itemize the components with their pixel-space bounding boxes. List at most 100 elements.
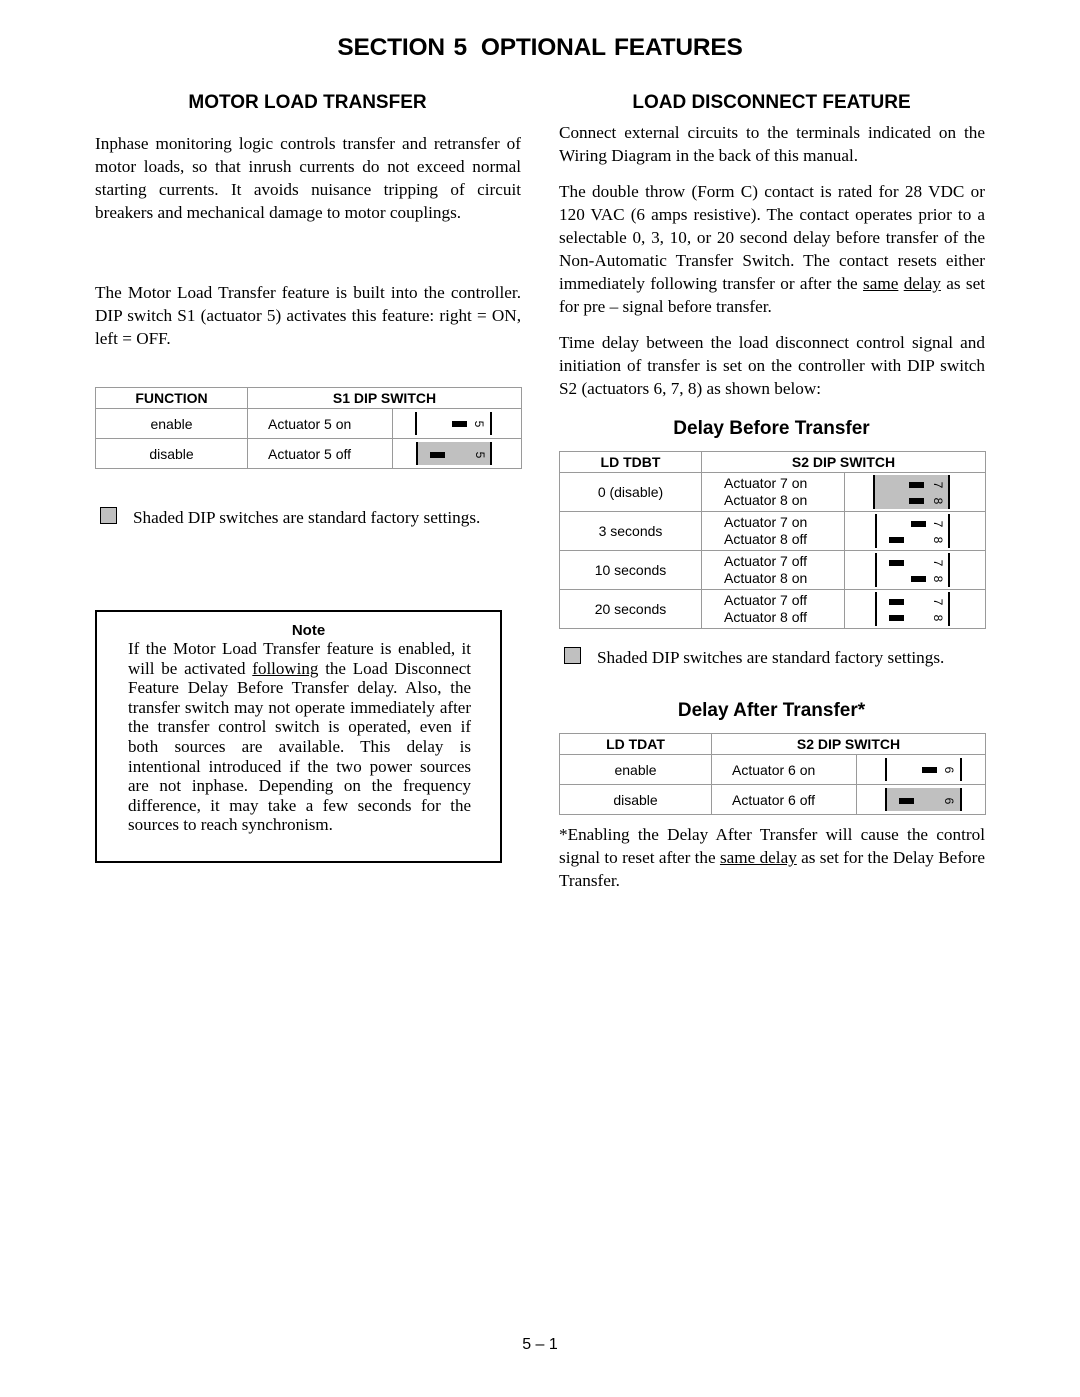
actuator-number-7: 7 — [931, 559, 945, 567]
dip-lever-7-off — [889, 560, 904, 566]
dip-lever-7-on — [911, 521, 926, 527]
table-row: 10 seconds Actuator 7 off Actuator 8 on 7… — [559, 550, 986, 590]
dip-switch-diagram: 7 8 — [875, 514, 950, 548]
dip-switch-diagram: 6 — [885, 758, 962, 781]
section-label: SECTION 5 — [337, 34, 467, 61]
dip-switch-cell: 7 8 — [844, 472, 986, 512]
table-row: disable Actuator 5 off 5 — [95, 438, 522, 469]
dip-switch-cell: 7 8 — [844, 589, 986, 629]
note-box: Note If the Motor Load Transfer feature … — [95, 610, 502, 863]
actuator-number-8: 8 — [931, 575, 945, 583]
legend-text: Shaded DIP switches are standard factory… — [133, 508, 481, 527]
dip-switch-diagram-shaded: 5 — [416, 442, 492, 465]
column-header-ld-tdbt: LD TDBT — [559, 451, 702, 473]
column-header-function: FUNCTION — [95, 387, 248, 409]
dip-switch-diagram-shaded: 6 — [885, 788, 962, 811]
shaded-legend: Shaded DIP switches are standard factory… — [564, 646, 945, 668]
underlined-same: same — [863, 274, 899, 293]
actuator-number-8: 8 — [931, 497, 945, 505]
setting-cell: 20 seconds — [559, 589, 702, 629]
legend-text: Shaded DIP switches are standard factory… — [597, 648, 945, 667]
setting-cell: 0 (disable) — [559, 472, 702, 512]
table-row: disable Actuator 6 off 6 — [559, 784, 986, 815]
load-disconnect-paragraph-2: The double throw (Form C) contact is rat… — [559, 180, 985, 318]
dip-switch-diagram: 7 8 — [875, 592, 950, 626]
table-header-row: LD TDBT S2 DIP SWITCH — [559, 451, 986, 473]
column-header-s1-dip-switch: S1 DIP SWITCH — [247, 387, 522, 409]
table-row: enable Actuator 6 on 6 — [559, 754, 986, 785]
actuator-number-7: 7 — [931, 481, 945, 489]
motor-load-paragraph-2: The Motor Load Transfer feature is built… — [95, 283, 521, 348]
actuator-cell: Actuator 7 off Actuator 8 on — [701, 550, 845, 590]
actuator-number: 6 — [942, 797, 956, 805]
load-disconnect-paragraph-3: Time delay between the load disconnect c… — [559, 333, 985, 398]
dip-switch-cell: 7 8 — [844, 550, 986, 590]
function-cell: enable — [95, 408, 248, 439]
dip-lever-on — [922, 767, 937, 773]
actuator-8-state: Actuator 8 on — [724, 570, 808, 586]
actuator-8-state: Actuator 8 off — [724, 609, 808, 625]
actuator-number-7: 7 — [931, 520, 945, 528]
function-cell: disable — [95, 438, 248, 469]
table-row: 0 (disable) Actuator 7 on Actuator 8 on 7… — [559, 472, 986, 512]
dip-switch-cell: 7 8 — [844, 511, 986, 551]
dip-lever-8-off — [889, 537, 904, 543]
actuator-cell: Actuator 5 off — [247, 438, 393, 469]
table-header-row: LD TDAT S2 DIP SWITCH — [559, 733, 986, 755]
dip-lever-on — [452, 421, 467, 427]
column-header-s2-dip-switch: S2 DIP SWITCH — [711, 733, 986, 755]
actuator-number: 5 — [473, 451, 487, 459]
actuator-cell: Actuator 6 off — [711, 784, 857, 815]
setting-cell: 10 seconds — [559, 550, 702, 590]
actuator-cell: Actuator 7 off Actuator 8 off — [701, 589, 845, 629]
actuator-8-state: Actuator 8 off — [724, 531, 808, 547]
dip-lever-8-on — [909, 498, 924, 504]
table-row: enable Actuator 5 on 5 — [95, 408, 522, 439]
column-header-ld-tdat: LD TDAT — [559, 733, 712, 755]
delay-after-footnote: *Enabling the Delay After Transfer will … — [559, 823, 985, 892]
note-title: Note — [291, 622, 326, 639]
section-title: OPTIONAL FEATURES — [480, 34, 743, 61]
actuator-number-8: 8 — [931, 614, 945, 622]
s1-dip-switch-table: FUNCTION S1 DIP SWITCH enable Actuator 5… — [95, 387, 522, 469]
page-number: 5 – 1 — [522, 1336, 558, 1353]
actuator-7-state: Actuator 7 off — [724, 592, 808, 608]
dip-switch-diagram-shaded: 7 8 — [873, 475, 950, 509]
dip-switch-cell: 6 — [856, 784, 986, 815]
shaded-legend: Shaded DIP switches are standard factory… — [100, 506, 481, 528]
note-text-part: the Load Disconnect Feature Delay Before… — [128, 658, 471, 835]
setting-cell: 3 seconds — [559, 511, 702, 551]
actuator-cell: Actuator 7 on Actuator 8 on — [701, 472, 845, 512]
shaded-square-icon — [100, 506, 117, 524]
footnote-underlined: same delay — [719, 848, 797, 867]
actuator-number-8: 8 — [931, 536, 945, 544]
dip-switch-cell: 5 — [392, 438, 522, 469]
actuator-8-state: Actuator 8 on — [724, 492, 808, 508]
dip-lever-off — [430, 452, 445, 458]
actuator-cell: Actuator 7 on Actuator 8 off — [701, 511, 845, 551]
page-title: SECTION 5 OPTIONAL FEATURES — [0, 34, 1080, 62]
delay-before-transfer-table: LD TDBT S2 DIP SWITCH 0 (disable) Actuat… — [559, 451, 986, 629]
setting-cell: enable — [559, 754, 712, 785]
column-header-s2-dip-switch: S2 DIP SWITCH — [701, 451, 986, 473]
dip-switch-diagram: 7 8 — [875, 553, 950, 587]
motor-load-transfer-heading: MOTOR LOAD TRANSFER — [188, 92, 427, 113]
motor-load-paragraph-1: Inphase monitoring logic controls transf… — [95, 134, 521, 222]
table-header-row: FUNCTION S1 DIP SWITCH — [95, 387, 522, 409]
dip-lever-8-off — [889, 615, 904, 621]
actuator-cell: Actuator 5 on — [247, 408, 393, 439]
underlined-delay: delay — [903, 274, 941, 293]
actuator-7-state: Actuator 7 off — [724, 553, 808, 569]
dip-lever-7-off — [889, 599, 904, 605]
actuator-number: 6 — [942, 766, 956, 774]
actuator-cell: Actuator 6 on — [711, 754, 857, 785]
delay-before-transfer-heading: Delay Before Transfer — [673, 418, 870, 439]
table-row: 3 seconds Actuator 7 on Actuator 8 off 7 … — [559, 511, 986, 551]
actuator-number-7: 7 — [931, 598, 945, 606]
shaded-square-icon — [564, 646, 581, 664]
dip-switch-cell: 6 — [856, 754, 986, 785]
delay-after-transfer-table: LD TDAT S2 DIP SWITCH enable Actuator 6 … — [559, 733, 986, 815]
actuator-number: 5 — [472, 420, 486, 428]
table-row: 20 seconds Actuator 7 off Actuator 8 off … — [559, 589, 986, 629]
actuator-7-state: Actuator 7 on — [724, 475, 808, 491]
